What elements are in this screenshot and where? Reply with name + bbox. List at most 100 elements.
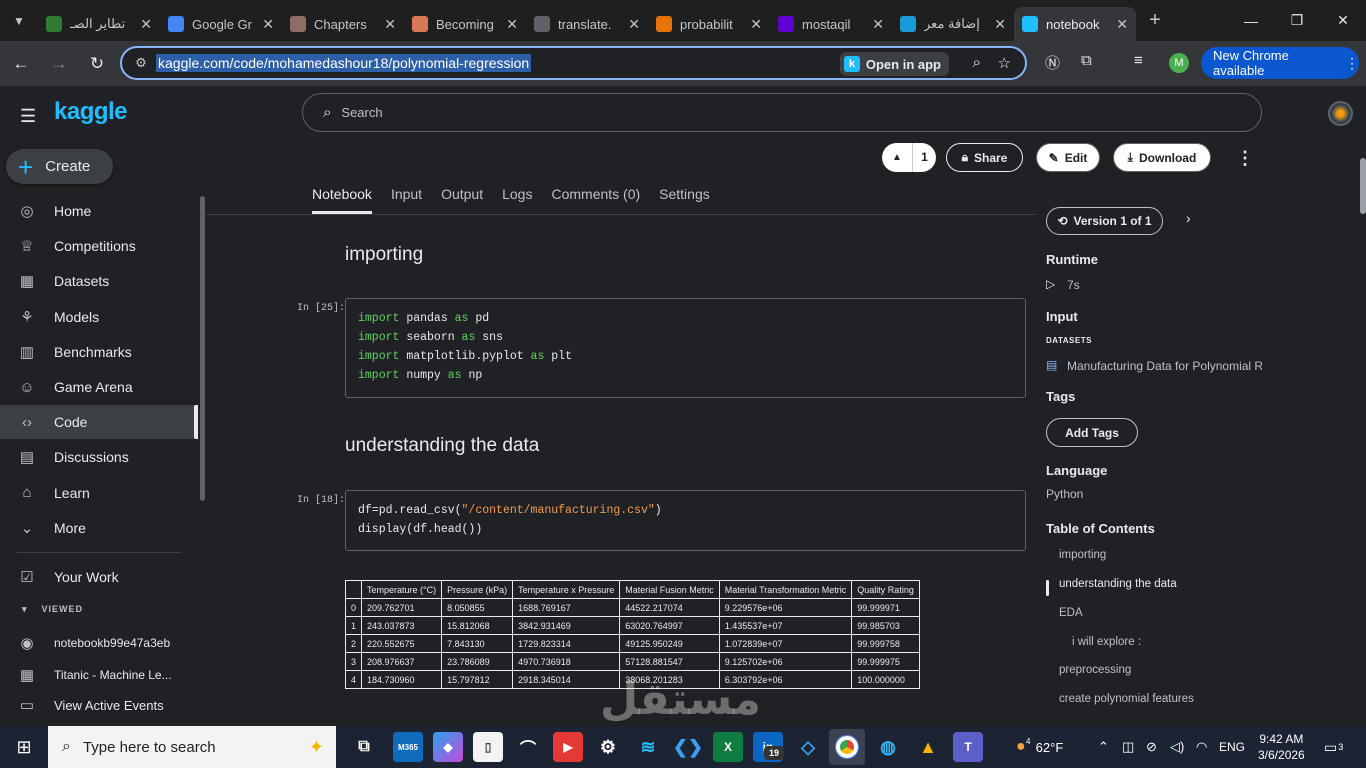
show-hidden-icons-icon[interactable]: ⌃ — [1098, 726, 1109, 768]
close-tab-icon[interactable]: ✕ — [262, 16, 274, 33]
camera-icon[interactable]: ◫ — [1122, 726, 1134, 768]
browser-tab[interactable]: probabilit ✕ — [648, 7, 770, 41]
sidebar-item-code[interactable]: ‹› Code — [0, 405, 198, 440]
tab-output[interactable]: Output — [441, 186, 483, 214]
sidebar-item-competitions[interactable]: ♕ Competitions — [0, 229, 198, 263]
sidebar-item-datasets[interactable]: ▦ Datasets — [0, 264, 198, 298]
notepad-icon[interactable]: ▯ — [473, 732, 503, 762]
sidebar-scrollbar[interactable] — [200, 196, 205, 501]
url-text[interactable]: kaggle.com/code/mohamedashour18/polynomi… — [156, 54, 532, 72]
close-tab-icon[interactable]: ✕ — [994, 16, 1006, 33]
m365-icon[interactable]: M365 — [393, 732, 423, 762]
profile-avatar[interactable]: M — [1169, 53, 1189, 73]
browser-tab[interactable]: إضافة معر ✕ — [892, 7, 1014, 41]
youtube-icon[interactable]: ▶ — [553, 732, 583, 762]
mic-off-icon[interactable]: ⊘ — [1146, 726, 1157, 768]
more-icon[interactable]: ⋮ — [1345, 55, 1359, 72]
tab-comments[interactable]: Comments (0) — [551, 186, 640, 214]
address-bar[interactable]: ⚙ kaggle.com/code/mohamedashour18/polyno… — [120, 46, 1027, 80]
create-button[interactable]: + Create — [6, 149, 113, 184]
bookmark-star-icon[interactable]: ☆ — [998, 54, 1011, 72]
new-chrome-button[interactable]: New Chrome available ⋮ — [1201, 47, 1359, 79]
page-scrollbar[interactable] — [1360, 158, 1366, 214]
close-tab-icon[interactable]: ✕ — [750, 16, 762, 33]
drive-icon[interactable]: ▲ — [913, 732, 943, 762]
forward-icon[interactable]: → — [42, 47, 76, 81]
tab-settings[interactable]: Settings — [659, 186, 710, 214]
notion-extension-icon[interactable]: Ⓝ — [1045, 52, 1060, 73]
sidebar-item-more[interactable]: ⌄ More — [0, 511, 198, 545]
browser-tab[interactable]: notebook ✕ — [1014, 7, 1136, 41]
media-icon[interactable]: ≡ — [1134, 52, 1143, 69]
sidebar-item-home[interactable]: ◎ Home — [0, 194, 198, 228]
sidebar-item-learn[interactable]: ⌂ Learn — [0, 476, 198, 510]
code-cell-imports[interactable]: import pandas as pd import seaborn as sns… — [345, 298, 1026, 398]
viewed-item-notebook[interactable]: ◉ notebookb99e47a3eb — [0, 626, 198, 660]
viewed-item-titanic[interactable]: ▦ Titanic - Machine Le... — [0, 658, 198, 692]
toc-item[interactable]: EDA — [1059, 607, 1083, 619]
dropbox-icon[interactable]: ◇ — [793, 732, 823, 762]
chrome-taskbar-icon[interactable] — [829, 729, 865, 765]
tab-input[interactable]: Input — [391, 186, 422, 214]
new-tab-button[interactable]: + — [1140, 6, 1170, 36]
user-avatar[interactable] — [1328, 101, 1353, 126]
notifications-icon[interactable]: ▭ 3 — [1324, 726, 1343, 768]
sidebar-item-discussions[interactable]: ▤ Discussions — [0, 440, 198, 474]
sidebar-item-benchmarks[interactable]: ▥ Benchmarks — [0, 335, 198, 369]
chatgpt-icon[interactable]: ⚙ — [593, 732, 623, 762]
task-view-icon[interactable]: ⧉ — [349, 732, 379, 762]
edge-icon[interactable]: ◍ — [873, 732, 903, 762]
upvote-button[interactable]: ▲ 1 — [882, 143, 936, 172]
close-tab-icon[interactable]: ✕ — [628, 16, 640, 33]
site-info-icon[interactable]: ⚙ — [126, 55, 156, 71]
close-tab-icon[interactable]: ✕ — [140, 16, 152, 33]
upvote-arrow-icon[interactable]: ▲ — [882, 152, 912, 163]
close-window-icon[interactable]: ✕ — [1320, 0, 1366, 41]
browser-tab[interactable]: Chapters ✕ — [282, 7, 404, 41]
download-button[interactable]: ⤓ Download — [1113, 143, 1211, 172]
sidebar-item-models[interactable]: ⚘ Models — [0, 300, 198, 334]
view-active-events[interactable]: ▭ View Active Events — [0, 688, 198, 722]
dataset-link[interactable]: Manufacturing Data for Polynomial Re — [1067, 359, 1262, 373]
wifi-icon[interactable]: ◠ — [1196, 726, 1207, 768]
reload-icon[interactable]: ↻ — [80, 47, 114, 81]
toc-item[interactable]: understanding the data — [1059, 578, 1177, 590]
sidebar-item-game-arena[interactable]: ☺ Game Arena — [0, 370, 198, 404]
browser-tab[interactable]: Google Gr ✕ — [160, 7, 282, 41]
more-options-icon[interactable]: ⋮ — [1236, 148, 1254, 169]
tab-logs[interactable]: Logs — [502, 186, 532, 214]
chevron-right-icon[interactable]: › — [1186, 210, 1191, 226]
toc-item[interactable]: create polynomial features — [1059, 693, 1194, 705]
browser-tab[interactable]: تطاير الصـ ✕ — [38, 7, 160, 41]
network-app-icon[interactable]: ⌒ — [513, 732, 543, 762]
browser-tab[interactable]: Becoming ✕ — [404, 7, 526, 41]
extensions-icon[interactable]: ⧉ — [1081, 52, 1092, 69]
close-tab-icon[interactable]: ✕ — [1116, 16, 1128, 33]
site-search-input[interactable]: ⌕ Search — [302, 93, 1262, 132]
vscode-icon[interactable]: ❮❯ — [673, 732, 703, 762]
windows-start-icon[interactable]: ⊞ — [0, 726, 48, 768]
close-tab-icon[interactable]: ✕ — [506, 16, 518, 33]
toc-item[interactable]: importing — [1059, 549, 1106, 561]
language-indicator[interactable]: ENG — [1219, 726, 1245, 768]
edit-button[interactable]: ✎ Edit — [1036, 143, 1100, 172]
tab-notebook[interactable]: Notebook — [312, 186, 372, 214]
copilot-icon[interactable]: ◆ — [433, 732, 463, 762]
weather-widget[interactable]: ● 62°F — [1016, 726, 1063, 768]
viewed-section-header[interactable]: ▾ VIEWED — [22, 604, 83, 615]
excel-icon[interactable]: X — [713, 732, 743, 762]
close-tab-icon[interactable]: ✕ — [872, 16, 884, 33]
add-tags-button[interactable]: Add Tags — [1046, 418, 1138, 447]
volume-icon[interactable]: ◁) — [1170, 726, 1184, 768]
wave-app-icon[interactable]: ≋ — [633, 732, 663, 762]
back-icon[interactable]: ← — [4, 47, 38, 81]
kaggle-logo[interactable]: kaggle — [54, 98, 128, 126]
toc-item[interactable]: preprocessing — [1059, 664, 1131, 676]
taskbar-search-input[interactable]: ⌕ Type here to search ✦ — [48, 726, 336, 768]
tab-search-chevron-icon[interactable]: ▼ — [0, 0, 38, 41]
minimize-icon[interactable]: — — [1228, 0, 1274, 41]
teams-icon[interactable]: T — [953, 732, 983, 762]
code-cell-read-csv[interactable]: df=pd.read_csv("/content/manufacturing.c… — [345, 490, 1026, 551]
open-in-app-button[interactable]: k Open in app — [839, 52, 949, 76]
version-button[interactable]: ⟲ Version 1 of 1 — [1046, 207, 1163, 235]
